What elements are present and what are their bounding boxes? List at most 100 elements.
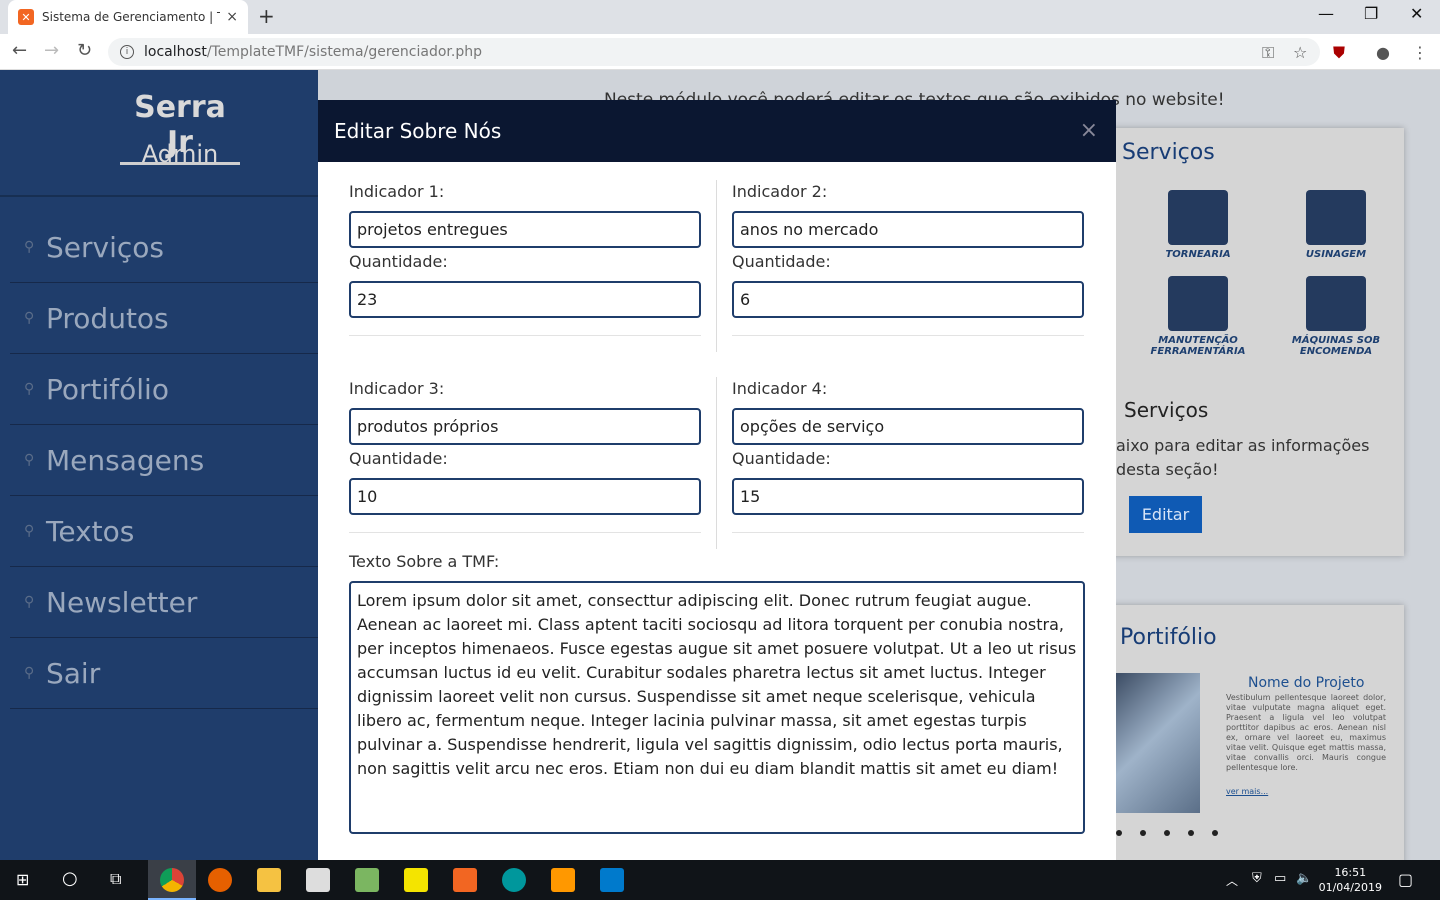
xampp-icon[interactable] <box>453 868 477 892</box>
indicator-2-label: Indicador 2: <box>732 182 828 201</box>
url-input[interactable]: i localhost/TemplateTMF/sistema/gerencia… <box>108 38 1320 66</box>
browser-tab[interactable]: ✕ Sistema de Gerenciamento | TMF × <box>8 0 248 34</box>
sidebar-item-label: Newsletter <box>46 585 198 619</box>
project-name: Nome do Projeto <box>1248 675 1365 691</box>
windows-start-icon[interactable]: ⊞ <box>16 870 29 889</box>
new-tab-button[interactable]: + <box>258 4 275 28</box>
vscode-icon[interactable] <box>600 868 624 892</box>
file-explorer-icon[interactable] <box>257 868 281 892</box>
about-text-label: Texto Sobre a TMF: <box>349 552 500 571</box>
divider <box>349 532 701 533</box>
engineer-icon <box>1306 276 1366 331</box>
indicator-4-label: Indicador 4: <box>732 379 828 398</box>
sidebar-item-newsletter[interactable]: ⚲ Newsletter <box>10 567 318 638</box>
indicator-4-qty-input[interactable] <box>732 478 1084 515</box>
calculator-icon[interactable] <box>306 868 330 892</box>
divider <box>349 335 701 336</box>
indicator-3-qty-input[interactable] <box>349 478 701 515</box>
forward-arrow-icon[interactable]: → <box>44 40 59 61</box>
ublock-icon[interactable]: ⛊ <box>1333 43 1345 63</box>
map-pin-icon: ⚲ <box>24 310 35 326</box>
indicator-1-qty-input[interactable] <box>349 281 701 318</box>
services-card: Serviços TORNEARIA USINAGEM MANUTENÇÃO F… <box>1098 128 1404 556</box>
divider <box>732 532 1084 533</box>
clock-time: 16:51 <box>1334 866 1367 879</box>
map-pin-icon: ⚲ <box>24 381 35 397</box>
maximize-icon[interactable]: ❐ <box>1364 4 1378 23</box>
lathe-icon <box>1168 190 1228 245</box>
indicator-2-input[interactable] <box>732 211 1084 248</box>
network-icon[interactable]: ▭ <box>1274 871 1286 886</box>
carousel-dots[interactable] <box>1116 821 1236 840</box>
sidebar-item-label: Mensagens <box>46 443 205 477</box>
edit-services-button[interactable]: Editar <box>1129 496 1202 533</box>
column-divider <box>716 180 717 352</box>
sidebar-item-label: Produtos <box>46 301 169 335</box>
indicator-3-label: Indicador 3: <box>349 379 445 398</box>
chrome-icon[interactable] <box>160 868 184 892</box>
tab-close-icon[interactable]: × <box>226 9 238 25</box>
security-icon[interactable]: ⛨ <box>1252 871 1262 886</box>
indicator-3-qty-label: Quantidade: <box>349 449 448 468</box>
sidebar-item-label: Portifólio <box>46 372 169 406</box>
services-heading: Serviços <box>1124 398 1209 422</box>
sidebar-item-textos[interactable]: ⚲ Textos <box>10 496 318 567</box>
service-usinagem: USINAGEM <box>1276 190 1396 260</box>
sidebar-item-sair[interactable]: ⚲ Sair <box>10 638 318 709</box>
sublime-icon[interactable] <box>551 868 575 892</box>
sidebar-item-servicos[interactable]: ⚲ Serviços <box>10 212 318 283</box>
sidebar-item-portifolio[interactable]: ⚲ Portifólio <box>10 354 318 425</box>
map-pin-icon: ⚲ <box>24 452 35 468</box>
url-path: /TemplateTMF/sistema/gerenciador.php <box>206 44 482 60</box>
indicator-3-input[interactable] <box>349 408 701 445</box>
project-more-link[interactable]: ver mais... <box>1226 787 1268 796</box>
indicator-1-qty-label: Quantidade: <box>349 252 448 271</box>
profile-icon[interactable]: ● <box>1376 43 1390 62</box>
browser-tab-bar: ✕ Sistema de Gerenciamento | TMF × + — ❐… <box>0 0 1440 34</box>
modal-title: Editar Sobre Nós <box>334 119 502 143</box>
project-text: Vestibulum pellentesque laoreet dolor, v… <box>1226 693 1386 772</box>
service-tornearia: TORNEARIA <box>1138 190 1258 260</box>
notifications-icon[interactable]: ▢ <box>1398 870 1413 889</box>
reload-icon[interactable]: ↻ <box>77 40 92 61</box>
notepad-icon[interactable] <box>355 868 379 892</box>
windows-taskbar: ⊞ ○ ⧉ ︿ ⛨ ▭ 🔈 16:51 01/04/2019 ▢ <box>0 860 1440 900</box>
url-host: localhost <box>144 44 207 60</box>
minimize-icon[interactable]: — <box>1318 4 1334 23</box>
sidebar-divider <box>0 195 318 197</box>
edit-about-modal: Editar Sobre Nós × Indicador 1: Quantida… <box>318 100 1116 860</box>
sidebar-item-produtos[interactable]: ⚲ Produtos <box>10 283 318 354</box>
key-icon[interactable]: ⚿ <box>1262 43 1274 63</box>
taskbar-clock[interactable]: 16:51 01/04/2019 <box>1319 865 1382 895</box>
indicator-2-qty-input[interactable] <box>732 281 1084 318</box>
page-viewport: Serra Jr Admin ⚲ Serviços ⚲ Produtos ⚲ Port… <box>0 70 1440 860</box>
firefox-icon[interactable] <box>208 868 232 892</box>
tray-chevron-icon[interactable]: ︿ <box>1226 872 1238 889</box>
indicator-1-input[interactable] <box>349 211 701 248</box>
services-desc-2: desta seção! <box>1116 460 1219 479</box>
menu-dots-icon[interactable]: ⋮ <box>1412 43 1428 62</box>
back-arrow-icon[interactable]: ← <box>12 40 27 61</box>
info-icon[interactable]: i <box>120 45 134 59</box>
volume-icon[interactable]: 🔈 <box>1296 871 1312 886</box>
about-text-textarea[interactable]: Lorem ipsum dolor sit amet, consecttur a… <box>349 581 1085 834</box>
portfolio-card-title: Portifólio <box>1120 625 1217 650</box>
admin-sidebar: Serra Jr Admin ⚲ Serviços ⚲ Produtos ⚲ Port… <box>0 70 318 860</box>
arduino-icon[interactable] <box>502 868 526 892</box>
sidebar-item-label: Sair <box>46 656 101 690</box>
services-desc-1: aixo para editar as informações <box>1116 436 1370 455</box>
tab-title: Sistema de Gerenciamento | TMF <box>42 10 220 24</box>
indicator-4-input[interactable] <box>732 408 1084 445</box>
services-card-title: Serviços <box>1122 140 1215 165</box>
bookmark-star-icon[interactable]: ☆ <box>1293 43 1307 62</box>
window-close-icon[interactable]: ✕ <box>1410 4 1423 23</box>
column-divider <box>716 377 717 549</box>
clock-date: 01/04/2019 <box>1318 881 1382 894</box>
sidebar-item-label: Serviços <box>46 230 164 264</box>
modal-close-icon[interactable]: × <box>1080 118 1098 143</box>
sidebar-item-mensagens[interactable]: ⚲ Mensagens <box>10 425 318 496</box>
search-circle-icon[interactable]: ○ <box>62 868 78 889</box>
task-view-icon[interactable]: ⧉ <box>110 869 121 889</box>
service-maquinas: MÁQUINAS SOB ENCOMENDA <box>1276 276 1396 357</box>
sticky-notes-icon[interactable] <box>404 868 428 892</box>
